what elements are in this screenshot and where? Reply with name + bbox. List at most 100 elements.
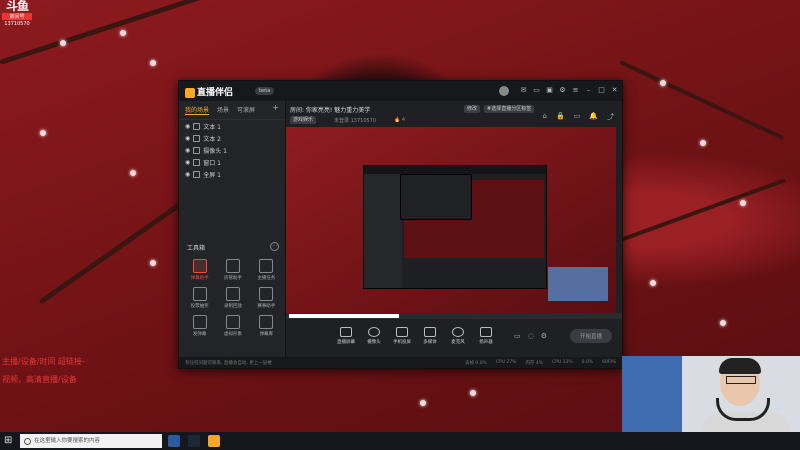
share-icon[interactable]: ⤴: [607, 112, 614, 122]
eye-icon[interactable]: ◉: [185, 147, 190, 154]
settings-gear-icon[interactable]: ⚙: [541, 332, 547, 340]
eye-icon[interactable]: ◉: [185, 159, 190, 166]
home-icon[interactable]: ⌂: [542, 112, 546, 122]
watermark-logo: 斗鱼: [5, 0, 29, 13]
lock-icon[interactable]: 🔒: [556, 112, 565, 122]
screen-capture-button[interactable]: 直播屏幕: [332, 327, 360, 345]
steam-icon[interactable]: [188, 435, 200, 447]
blossom: [60, 40, 66, 46]
monitor-icon[interactable]: ▭: [574, 112, 581, 122]
tab-scene[interactable]: 场景: [217, 105, 229, 115]
scene-sidebar: 我的场景 场景 可滚屏 + ◉ 文本 1 ◉ 文本 2 ◉ 摄像头 1 ◉ 窗口 1 ◉…: [179, 101, 286, 368]
mail-icon[interactable]: ✉: [520, 87, 527, 94]
tool-danmaku[interactable]: 弹幕助手: [183, 259, 216, 281]
blossom: [40, 130, 46, 136]
layer-item[interactable]: ◉ 全屏 1: [179, 168, 285, 180]
stat-cpu: CPU 27%: [495, 359, 517, 365]
lock-icon[interactable]: [193, 170, 201, 178]
tool-avatar[interactable]: 虚拟形象: [216, 315, 249, 337]
library-icon: [259, 315, 274, 329]
eye-icon[interactable]: ◉: [185, 171, 190, 178]
phone-cast-button[interactable]: 手机投屏: [388, 327, 416, 345]
layer-label: 文本 2: [203, 135, 221, 143]
layer-item[interactable]: ◉ 文本 2: [179, 132, 285, 144]
source-controls: 直播屏幕 摄像头 手机投屏 多媒体 麦克风 扬声器 ▭ ◌ ⚙ 开始直播: [286, 321, 622, 351]
preview-footer: [286, 313, 622, 319]
windows-start-icon[interactable]: ⊞: [4, 435, 16, 447]
add-scene-icon[interactable]: +: [272, 104, 279, 115]
stat-memory: 内存 4%: [525, 360, 544, 366]
lock-icon[interactable]: [193, 122, 201, 130]
media-button[interactable]: 多媒体: [416, 327, 444, 345]
layer-label: 文本 1: [203, 123, 221, 131]
title-bar: 直播伴侣 beta ✉ ▭ ▣ ⚙ ≡ – □ ✕: [179, 81, 622, 101]
tool-send-danmaku[interactable]: 发弹幕: [183, 315, 216, 337]
viewer-count: 🔥 4: [394, 117, 406, 123]
toolbox-more-icon[interactable]: ···: [270, 242, 279, 251]
category-button[interactable]: 游戏娱乐: [290, 116, 317, 124]
blossom: [120, 30, 126, 36]
start-live-button[interactable]: 开始直播: [569, 329, 612, 343]
app-logo: 直播伴侣: [185, 85, 233, 98]
overlay-text-1: 主播/设备/时间 超链接-: [2, 357, 85, 366]
user-icon: [225, 259, 240, 273]
streaming-app-window: 直播伴侣 beta ✉ ▭ ▣ ⚙ ≡ – □ ✕ 我的场景 场景 可滚屏 + …: [178, 80, 623, 369]
watermark-room: 13710570: [4, 21, 30, 27]
phone-icon: [396, 327, 408, 337]
tool-vote[interactable]: 投票抽奖: [183, 287, 216, 309]
blossom: [420, 400, 426, 406]
maximize-icon[interactable]: □: [598, 87, 605, 94]
blossom: [740, 200, 746, 206]
lock-icon[interactable]: [193, 134, 201, 142]
settings-icon[interactable]: ⚙: [559, 87, 566, 94]
gift-icon[interactable]: ▣: [546, 87, 553, 94]
bell-icon[interactable]: 🔔: [589, 112, 598, 122]
nested-app-capture: [363, 165, 547, 289]
version-badge[interactable]: beta: [255, 87, 275, 95]
tool-room-admin[interactable]: 房管助手: [216, 259, 249, 281]
lock-icon[interactable]: [193, 158, 201, 166]
stat-gpu: CPU 13%: [552, 359, 573, 365]
taskbar: ⊞ 在这里输入你要搜索的内容: [0, 432, 800, 450]
task-view-icon[interactable]: [168, 435, 180, 447]
avatar-icon: [225, 315, 240, 329]
trophy-icon: [259, 287, 274, 301]
streaming-app-taskbar-icon[interactable]: [208, 435, 220, 447]
tool-danmaku-lib[interactable]: 弹幕库: [250, 315, 283, 337]
user-avatar[interactable]: [499, 86, 509, 96]
tool-match[interactable]: 赛事助手: [250, 287, 283, 309]
effect-icon[interactable]: ◌: [528, 332, 534, 340]
minimize-icon[interactable]: –: [585, 87, 592, 94]
record-icon[interactable]: ▭: [514, 332, 521, 340]
tag-button[interactable]: #选择直播分区标签: [484, 105, 535, 113]
tool-record[interactable]: 录制回放: [216, 287, 249, 309]
blossom: [130, 170, 136, 176]
lock-icon[interactable]: [193, 146, 201, 154]
tool-tasks[interactable]: 主播任务: [250, 259, 283, 281]
eye-icon[interactable]: ◉: [185, 135, 190, 142]
room-info-bar: 房间: 你家亮亮! 魅力重力美学 修改 #选择直播分区标签 游戏娱乐 未登录 1…: [286, 101, 622, 127]
tab-scroll[interactable]: 可滚屏: [237, 105, 255, 115]
toolbox-grid: 弹幕助手 房管助手 主播任务 投票抽奖 录制回放 赛事助手 发弹幕 虚拟形象 弹…: [183, 259, 283, 337]
blossom: [660, 80, 666, 86]
speaker-button[interactable]: 扬声器: [472, 327, 500, 345]
status-bar: 有任何问题可联系, 直播会自动, 更上一层楼 丢帧 0.0% CPU 27% 内…: [179, 357, 622, 368]
room-id: 未登录 13710570: [334, 118, 377, 124]
layer-item[interactable]: ◉ 文本 1: [179, 120, 285, 132]
edit-title-button[interactable]: 修改: [464, 105, 481, 113]
tab-my-scene[interactable]: 我的场景: [185, 105, 210, 115]
media-icon: [424, 327, 436, 337]
layer-item[interactable]: ◉ 窗口 1: [179, 156, 285, 168]
layer-item[interactable]: ◉ 摄像头 1: [179, 144, 285, 156]
chat-icon[interactable]: ▭: [533, 87, 540, 94]
speaker-icon: [480, 327, 492, 337]
microphone-button[interactable]: 麦克风: [444, 327, 472, 345]
search-icon: [24, 438, 31, 445]
close-icon[interactable]: ✕: [611, 87, 618, 94]
taskbar-search-input[interactable]: 在这里输入你要搜索的内容: [20, 434, 162, 448]
eye-icon[interactable]: ◉: [185, 123, 190, 130]
stream-preview[interactable]: [286, 127, 616, 313]
menu-icon[interactable]: ≡: [572, 87, 579, 94]
watermark: 斗鱼 房间号 13710570: [2, 0, 32, 27]
camera-button[interactable]: 摄像头: [360, 327, 388, 345]
